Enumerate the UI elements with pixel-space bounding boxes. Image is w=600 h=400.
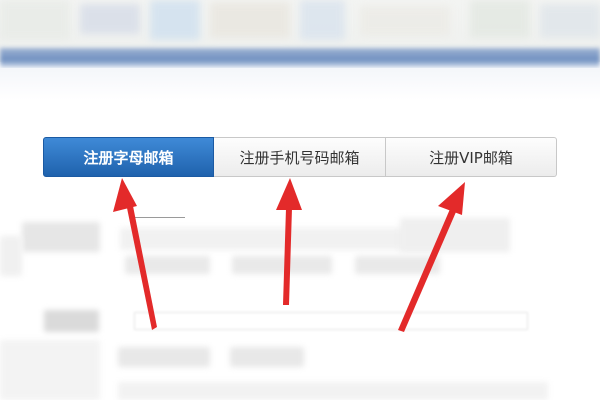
arrow-to-vip-tab [398,182,465,332]
arrow-to-letter-tab [113,178,157,330]
arrow-to-mobile-tab [276,178,302,305]
annotation-arrows [113,178,465,332]
